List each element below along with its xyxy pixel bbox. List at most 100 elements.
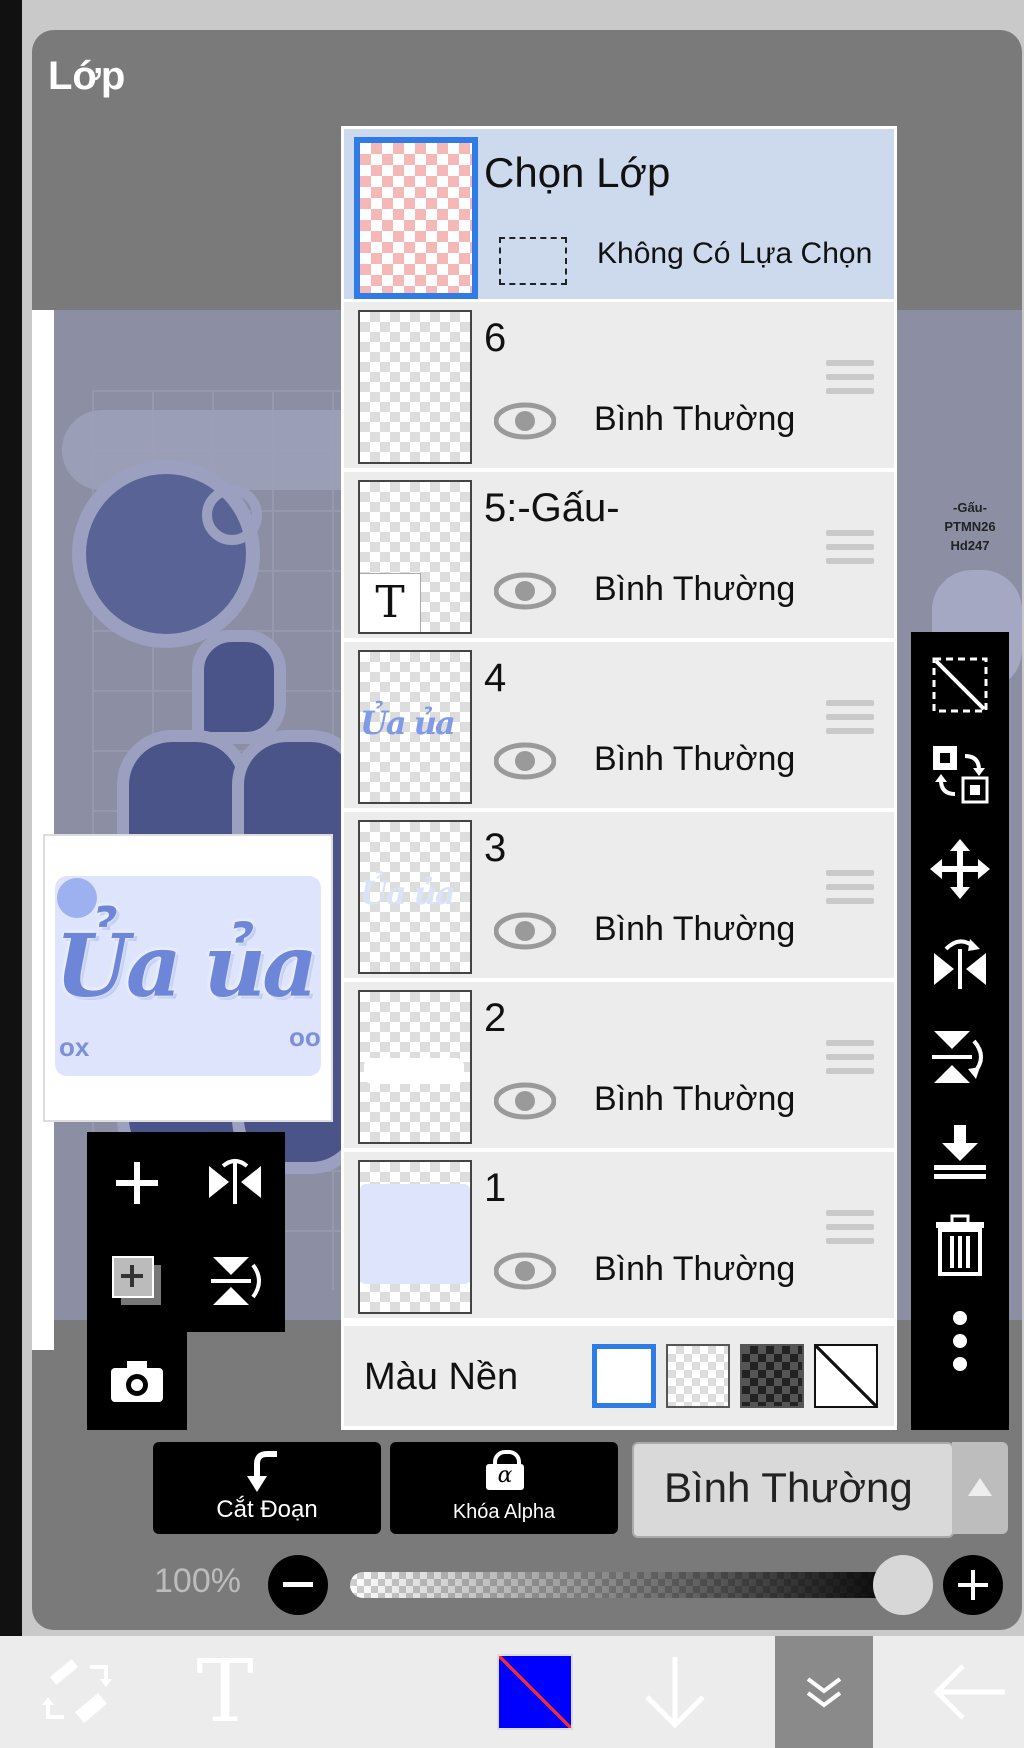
opacity-decrease-button[interactable] bbox=[268, 1555, 328, 1615]
layer-name: 3 bbox=[484, 826, 507, 870]
trash-icon bbox=[936, 1214, 984, 1276]
layer-row[interactable]: 2 Bình Thường bbox=[344, 982, 894, 1148]
back-button[interactable] bbox=[920, 1636, 1020, 1748]
layer-thumbnail: T bbox=[358, 480, 472, 634]
merge-down-button[interactable] bbox=[911, 1106, 1009, 1196]
swap-icon bbox=[933, 746, 989, 804]
watermark-line: Hd247 bbox=[950, 538, 990, 553]
duplicate-layer-button[interactable] bbox=[92, 1236, 182, 1326]
blend-mode-label: Bình Thường bbox=[594, 1250, 796, 1288]
layer-row[interactable]: 1 Bình Thường bbox=[344, 1152, 894, 1318]
selection-layer-row[interactable]: Chọn Lớp Không Có Lựa Chọn bbox=[344, 129, 894, 299]
layer-thumbnail-art: Ủa ủa bbox=[360, 874, 456, 912]
layer-row[interactable]: T 5:-Gấu- Bình Thường bbox=[344, 472, 894, 638]
drag-handle-icon[interactable] bbox=[826, 1210, 874, 1250]
layer-name: 2 bbox=[484, 996, 507, 1040]
opacity-slider-knob[interactable] bbox=[873, 1555, 933, 1615]
selection-thumbnail bbox=[354, 137, 478, 299]
artwork-bubble-small bbox=[202, 485, 262, 545]
watermark-line: PTMN26 bbox=[944, 519, 996, 534]
blend-mode-label: Bình Thường bbox=[594, 570, 796, 608]
brush-eraser-icon bbox=[42, 1659, 112, 1724]
flip-vertical-icon bbox=[932, 1031, 983, 1083]
canvas-preview[interactable]: Ủa ủa ox oo bbox=[43, 834, 333, 1122]
left-edge bbox=[0, 0, 22, 1748]
add-layer-button[interactable] bbox=[92, 1138, 182, 1228]
visibility-eye-icon[interactable] bbox=[494, 1082, 556, 1120]
panel-title: Lớp bbox=[48, 54, 126, 98]
flip-horizontal-button[interactable] bbox=[911, 918, 1009, 1008]
visibility-eye-icon[interactable] bbox=[494, 572, 556, 610]
duplicate-icon bbox=[112, 1256, 161, 1305]
layer-thumbnail-art bbox=[360, 1184, 470, 1284]
clear-selection-button[interactable] bbox=[911, 640, 1009, 730]
selection-title: Chọn Lớp bbox=[484, 149, 671, 196]
move-layer-button[interactable] bbox=[911, 824, 1009, 914]
layer-name: 6 bbox=[484, 316, 507, 360]
move-down-button[interactable] bbox=[620, 1636, 730, 1748]
drag-handle-icon[interactable] bbox=[826, 870, 874, 910]
alpha-lock-button[interactable]: α Khóa Alpha bbox=[390, 1442, 618, 1534]
delete-layer-button[interactable] bbox=[911, 1200, 1009, 1290]
blend-mode-toggle[interactable] bbox=[952, 1442, 1008, 1534]
collapse-panel-button[interactable] bbox=[775, 1636, 873, 1748]
blend-mode-label: Bình Thường bbox=[594, 910, 796, 948]
blend-mode-label: Bình Thường bbox=[594, 400, 796, 438]
opacity-increase-button[interactable] bbox=[943, 1555, 1003, 1615]
visibility-eye-icon[interactable] bbox=[494, 912, 556, 950]
visibility-eye-icon[interactable] bbox=[494, 742, 556, 780]
layer-row[interactable]: Ủa ủa 4 Bình Thường bbox=[344, 642, 894, 808]
clipping-button[interactable]: Cắt Đoạn bbox=[153, 1442, 381, 1534]
layer-action-toolbar bbox=[911, 632, 1009, 1430]
blend-mode-value: Bình Thường bbox=[664, 1464, 913, 1511]
layer-thumbnail: Ủa ủa bbox=[358, 820, 472, 974]
flip-horizontal-layer-button[interactable] bbox=[190, 1138, 280, 1228]
merge-down-icon bbox=[934, 1125, 986, 1179]
drag-handle-icon[interactable] bbox=[826, 360, 874, 400]
opacity-slider[interactable] bbox=[350, 1572, 910, 1598]
alpha-glyph: α bbox=[497, 1463, 513, 1488]
background-color-row: Màu Nền bbox=[344, 1326, 894, 1426]
artwork-hook bbox=[192, 630, 286, 744]
drag-handle-icon[interactable] bbox=[826, 700, 874, 740]
background-transparent-swatch[interactable] bbox=[666, 1344, 730, 1408]
watermark: -Gấu- PTMN26 Hd247 bbox=[925, 498, 1015, 555]
flip-vertical-layer-button[interactable] bbox=[190, 1236, 280, 1326]
clip-arrow-icon bbox=[247, 1451, 277, 1492]
flip-horizontal-icon bbox=[209, 1159, 261, 1204]
text-tool-glyph: T bbox=[196, 1642, 254, 1742]
flip-vertical-icon bbox=[211, 1257, 261, 1305]
layer-row[interactable]: Ủa ủa 3 Bình Thường bbox=[344, 812, 894, 978]
layer-thumbnail-art bbox=[364, 1058, 464, 1084]
swap-layer-content-button[interactable] bbox=[911, 730, 1009, 820]
blend-mode-dropdown[interactable]: Bình Thường bbox=[632, 1442, 954, 1538]
opacity-value: 100% bbox=[154, 1562, 241, 1600]
drag-handle-icon[interactable] bbox=[826, 1040, 874, 1080]
layer-thumbnail: Ủa ủa bbox=[358, 650, 472, 804]
layer-name: 1 bbox=[484, 1166, 507, 1210]
tool-switch-button[interactable] bbox=[30, 1636, 130, 1748]
selection-clear-icon bbox=[932, 657, 988, 713]
more-options-button[interactable] bbox=[911, 1296, 1009, 1386]
layer-row[interactable]: 6 Bình Thường bbox=[344, 302, 894, 468]
flip-vertical-button[interactable] bbox=[911, 1012, 1009, 1102]
visibility-eye-icon[interactable] bbox=[494, 1252, 556, 1290]
camera-button[interactable] bbox=[92, 1336, 182, 1426]
background-white-swatch[interactable] bbox=[592, 1344, 656, 1408]
layer-thumbnail bbox=[358, 1160, 472, 1314]
blend-mode-label: Bình Thường bbox=[594, 740, 796, 778]
text-layer-marker: T bbox=[360, 573, 421, 632]
canvas-edge bbox=[32, 310, 54, 1350]
background-dark-swatch[interactable] bbox=[740, 1344, 804, 1408]
watermark-line: -Gấu- bbox=[953, 500, 987, 515]
drag-handle-icon[interactable] bbox=[826, 530, 874, 570]
layer-thumbnail-art: Ủa ủa bbox=[360, 704, 456, 742]
alpha-lock-label: Khóa Alpha bbox=[452, 1501, 556, 1523]
text-tool-button[interactable]: T bbox=[170, 1636, 280, 1748]
background-none-swatch[interactable] bbox=[814, 1344, 878, 1408]
layer-thumbnail bbox=[358, 990, 472, 1144]
color-picker-button[interactable] bbox=[480, 1636, 590, 1748]
arrow-left-icon bbox=[933, 1664, 1005, 1720]
preview-ox: ox bbox=[59, 1032, 90, 1062]
visibility-eye-icon[interactable] bbox=[494, 402, 556, 440]
